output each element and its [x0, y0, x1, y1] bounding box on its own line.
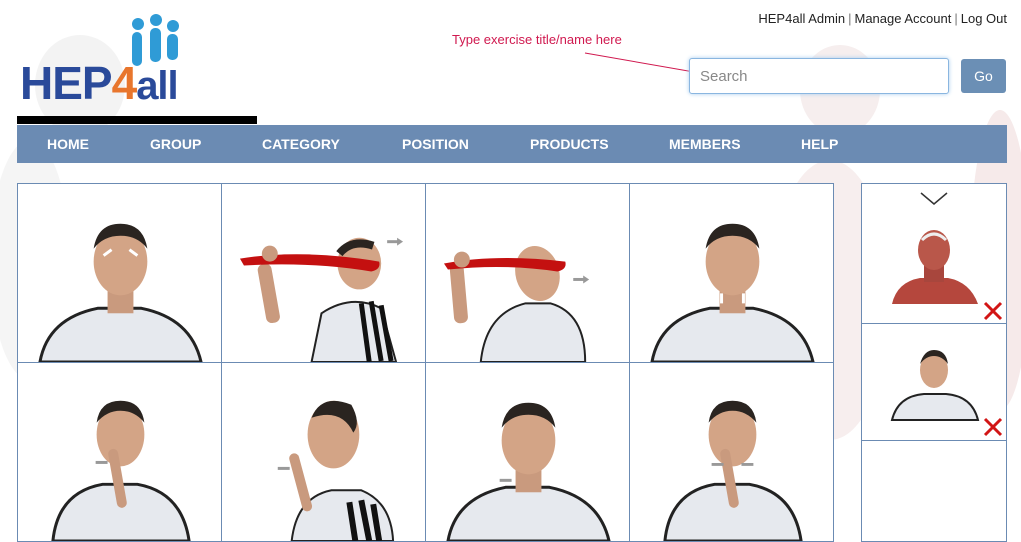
exercise-grid: [17, 183, 834, 542]
separator: |: [848, 11, 852, 26]
exercise-image: [51, 400, 191, 541]
exercise-tile[interactable]: [630, 184, 834, 363]
logo[interactable]: HEP4all: [20, 8, 220, 108]
admin-link[interactable]: HEP4all Admin: [758, 11, 845, 26]
go-button[interactable]: Go: [961, 59, 1006, 93]
manage-account-link[interactable]: Manage Account: [854, 11, 951, 26]
exercise-tile[interactable]: [426, 363, 630, 542]
selected-exercises-panel: [861, 183, 1007, 542]
close-icon[interactable]: [982, 300, 1004, 322]
nav-products[interactable]: PRODUCTS: [530, 136, 609, 152]
exercise-image: [443, 246, 590, 362]
exercise-tile[interactable]: [222, 184, 426, 363]
logo-four: 4: [111, 57, 138, 109]
search-input[interactable]: [689, 58, 949, 94]
selected-item[interactable]: [862, 184, 1006, 324]
exercise-tile[interactable]: [18, 363, 222, 542]
main-nav: HOME GROUP CATEGORY POSITION PRODUCTS ME…: [17, 125, 1007, 163]
exercise-image: [663, 400, 803, 541]
nav-position[interactable]: POSITION: [402, 136, 469, 152]
account-links: HEP4all Admin | Manage Account | Log Out: [758, 11, 1007, 26]
logo-hep: HEP: [20, 57, 113, 109]
separator: |: [954, 11, 958, 26]
nav-members[interactable]: MEMBERS: [669, 136, 741, 152]
nav-group[interactable]: GROUP: [150, 136, 201, 152]
exercise-image: [38, 223, 203, 362]
logo-all: all: [136, 64, 178, 108]
search-hint-annotation: Type exercise title/name here: [452, 32, 622, 47]
exercise-image: [239, 237, 404, 362]
nav-help[interactable]: HELP: [801, 136, 838, 152]
logo-wordmark: HEP4all: [20, 57, 179, 109]
exercise-tile[interactable]: [630, 363, 834, 542]
exercise-tile[interactable]: [222, 363, 426, 542]
exercise-image: [650, 223, 815, 362]
nav-home[interactable]: HOME: [47, 136, 89, 152]
exercise-tile[interactable]: [426, 184, 630, 363]
logo-underline: [17, 116, 257, 124]
selected-item[interactable]: [862, 324, 1006, 441]
close-icon[interactable]: [982, 416, 1004, 438]
logout-link[interactable]: Log Out: [961, 11, 1007, 26]
exercise-image: [446, 402, 611, 541]
exercise-image: [277, 400, 395, 541]
exercise-tile[interactable]: [18, 184, 222, 363]
nav-category[interactable]: CATEGORY: [262, 136, 340, 152]
